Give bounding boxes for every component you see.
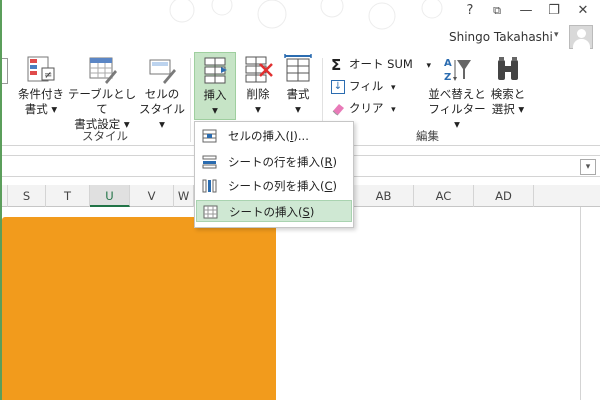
conditional-label-1: 条件付き bbox=[18, 87, 64, 101]
delete-button[interactable]: 削除 ▾ bbox=[240, 54, 276, 117]
menu-item-insert-sheet[interactable]: シートの挿入(S) bbox=[196, 200, 352, 222]
chevron-down-icon: ▾ bbox=[255, 102, 261, 116]
group-separator bbox=[190, 58, 191, 142]
clear-label: クリア bbox=[349, 101, 384, 115]
format-label: 書式 bbox=[286, 87, 310, 101]
insert-cells-icon bbox=[200, 55, 230, 85]
menu-item-accesskey: C bbox=[324, 179, 333, 193]
delete-cells-icon bbox=[243, 54, 273, 84]
insert-dropdown-menu: セルの挿入(I)... シートの行を挿入(R) シートの列を挿入(C) シートの… bbox=[194, 121, 354, 228]
insert-column-icon bbox=[202, 179, 217, 193]
autosum-label: オート SUM bbox=[349, 57, 413, 71]
menu-item-insert-cells[interactable]: セルの挿入(I)... bbox=[196, 125, 352, 147]
menu-item-suffix: ) bbox=[332, 155, 338, 169]
orange-shape[interactable] bbox=[2, 217, 276, 400]
sigma-icon: Σ bbox=[331, 55, 342, 74]
chevron-down-icon: ▾ bbox=[391, 105, 396, 115]
cell-styles-label-2: スタイル ▾ bbox=[139, 102, 185, 131]
chevron-down-icon: ▾ bbox=[295, 102, 301, 116]
find-select-label-1: 検索と bbox=[490, 87, 526, 101]
conditional-formatting-button[interactable]: ≠ 条件付き 書式 ▾ bbox=[14, 54, 68, 117]
close-button[interactable]: ✕ bbox=[572, 2, 594, 20]
sort-filter-label-1: 並べ替えと bbox=[428, 87, 486, 101]
help-button[interactable]: ? bbox=[459, 2, 481, 20]
column-header[interactable]: W bbox=[174, 185, 194, 207]
column-header[interactable]: V bbox=[130, 185, 174, 207]
svg-text:Z: Z bbox=[444, 72, 451, 83]
menu-item-label: シートの列を挿入( bbox=[228, 179, 325, 193]
insert-row-icon bbox=[202, 155, 217, 169]
find-select-button[interactable]: 検索と 選択 ▾ bbox=[488, 54, 528, 117]
menu-item-label: シートの挿入( bbox=[229, 205, 303, 219]
insert-button[interactable]: 挿入 ▾ bbox=[194, 52, 236, 120]
column-header-selected[interactable]: U bbox=[90, 185, 130, 207]
editing-group-label: 編集 bbox=[416, 129, 439, 143]
sort-filter-icon: A Z bbox=[442, 54, 472, 84]
format-table-icon bbox=[87, 54, 117, 84]
svg-text:≠: ≠ bbox=[44, 70, 52, 81]
svg-text:A: A bbox=[444, 58, 452, 69]
decorative-pattern bbox=[169, 0, 443, 30]
restore-button[interactable]: ❐ bbox=[543, 2, 565, 20]
chevron-down-icon: ▾ bbox=[212, 103, 218, 117]
clear-button[interactable]: クリア ▾ bbox=[331, 98, 396, 118]
worksheet-grid[interactable] bbox=[2, 207, 600, 400]
delete-label: 削除 bbox=[246, 87, 270, 101]
fill-label: フィル bbox=[349, 79, 384, 93]
user-name[interactable]: Shingo Takahashi bbox=[449, 30, 553, 44]
title-bar: ? ⧉ — ❐ ✕ bbox=[2, 0, 600, 30]
conditional-label-2: 書式 ▾ bbox=[24, 102, 58, 116]
menu-item-suffix: ) bbox=[309, 205, 315, 219]
menu-item-label: シートの行を挿入( bbox=[228, 155, 325, 169]
format-as-table-button[interactable]: テーブルとして 書式設定 ▾ bbox=[66, 54, 138, 132]
column-header[interactable]: S bbox=[8, 185, 46, 207]
menu-item-suffix: ) bbox=[332, 179, 338, 193]
sort-filter-button[interactable]: A Z 並べ替えと フィルター ▾ bbox=[428, 54, 486, 132]
eraser-icon bbox=[331, 102, 345, 116]
minimize-button[interactable]: — bbox=[515, 2, 537, 20]
conditional-format-icon: ≠ bbox=[26, 54, 56, 84]
binoculars-icon bbox=[493, 54, 523, 84]
cell-styles-label-1: セルの bbox=[144, 87, 180, 101]
column-header[interactable]: AD bbox=[474, 185, 534, 207]
cell-styles-icon bbox=[147, 54, 177, 84]
cell-styles-button[interactable]: セルの スタイル ▾ bbox=[136, 54, 188, 132]
insert-label: 挿入 bbox=[203, 88, 227, 102]
menu-item-insert-sheet-rows[interactable]: シートの行を挿入(R) bbox=[196, 151, 352, 173]
chevron-down-icon[interactable]: ▾ bbox=[554, 30, 559, 40]
fill-button[interactable]: ↓ フィル ▾ bbox=[331, 76, 395, 96]
menu-item-label: セルの挿入( bbox=[228, 129, 290, 143]
as-table-label-1: テーブルとして bbox=[67, 87, 137, 116]
chevron-down-icon: ▾ bbox=[390, 83, 396, 93]
expand-formula-bar-icon[interactable]: ▾ bbox=[580, 159, 596, 175]
menu-item-accesskey: S bbox=[302, 205, 310, 219]
column-header[interactable] bbox=[534, 185, 600, 207]
styles-group-label: スタイル bbox=[82, 129, 128, 143]
avatar[interactable] bbox=[569, 25, 593, 49]
find-select-label-2: 選択 ▾ bbox=[491, 102, 525, 116]
menu-item-accesskey: R bbox=[324, 155, 333, 169]
insert-cells-icon bbox=[202, 129, 217, 143]
fill-down-icon: ↓ bbox=[331, 79, 345, 94]
partial-icon bbox=[2, 58, 8, 84]
column-header[interactable]: AC bbox=[414, 185, 474, 207]
autosum-button[interactable]: Σ オート SUM ▾ bbox=[331, 54, 431, 74]
ribbon-display-options-button[interactable]: ⧉ bbox=[486, 2, 508, 20]
gridline bbox=[580, 207, 581, 400]
excel-window: ? ⧉ — ❐ ✕ Shingo Takahashi ▾ ≠ 条件付き 書式 ▾… bbox=[0, 0, 600, 400]
format-cells-icon bbox=[283, 54, 313, 84]
menu-item-insert-sheet-columns[interactable]: シートの列を挿入(C) bbox=[196, 175, 352, 197]
column-header[interactable]: AB bbox=[354, 185, 414, 207]
insert-sheet-icon bbox=[203, 205, 218, 219]
format-button[interactable]: 書式 ▾ bbox=[280, 54, 316, 117]
menu-item-suffix: )... bbox=[293, 129, 309, 143]
column-header[interactable]: T bbox=[46, 185, 90, 207]
